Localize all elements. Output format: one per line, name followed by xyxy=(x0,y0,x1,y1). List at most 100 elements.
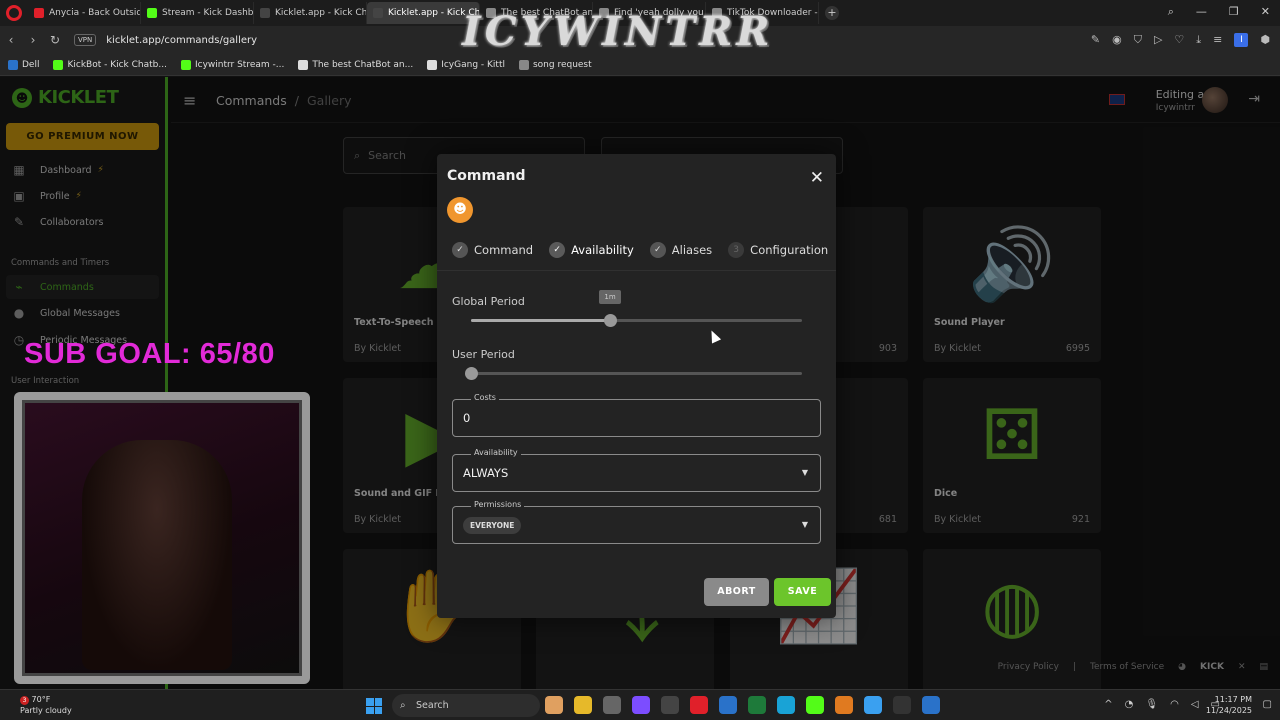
chevron-down-icon[interactable]: ▼ xyxy=(802,468,808,477)
maximize-button[interactable]: ❐ xyxy=(1229,5,1239,19)
close-window-button[interactable]: ✕ xyxy=(1261,5,1270,19)
browser-tab[interactable]: Kicklet.app - Kick Chatbot✕ xyxy=(367,2,480,24)
tab-label: Anycia - Back Outside xyxy=(49,8,141,18)
taskbar-app-icon[interactable] xyxy=(777,696,795,714)
tray-app-icon[interactable]: ◔ xyxy=(1125,699,1134,710)
volume-icon[interactable]: ◁ xyxy=(1191,699,1199,710)
camera-icon[interactable]: ◉ xyxy=(1112,33,1122,47)
step-configuration[interactable]: 3 Configuration xyxy=(728,242,828,258)
bookmark-item[interactable]: KickBot - Kick Chatb... xyxy=(53,59,167,70)
kick-link[interactable]: KICK xyxy=(1200,662,1224,672)
taskbar-app-icon[interactable] xyxy=(922,696,940,714)
slider-thumb[interactable] xyxy=(465,367,478,380)
abort-button[interactable]: ABORT xyxy=(704,578,769,606)
gallery-card[interactable]: ⚄ Dice By Kicklet 921 xyxy=(923,378,1101,533)
reload-icon[interactable]: ↻ xyxy=(44,33,66,47)
sidebar-item-commands[interactable]: ⌁ Commands xyxy=(6,275,159,299)
save-button[interactable]: SAVE xyxy=(774,578,831,606)
step-availability[interactable]: ✓ Availability xyxy=(549,242,634,258)
breadcrumb-commands[interactable]: Commands xyxy=(216,93,287,108)
user-period-slider[interactable] xyxy=(465,367,802,380)
browser-tab[interactable]: The best ChatBot and W xyxy=(480,2,593,24)
url-field[interactable]: kicklet.app/commands/gallery xyxy=(106,35,257,46)
browser-tab[interactable]: Anycia - Back Outside xyxy=(28,2,141,24)
taskbar-app-icon[interactable] xyxy=(690,696,708,714)
step-label: Availability xyxy=(571,243,634,257)
browser-search-icon[interactable]: ⌕ xyxy=(1168,5,1174,19)
docs-icon[interactable]: ▤ xyxy=(1259,662,1268,672)
clock[interactable]: 11:17 PM 11/24/2025 xyxy=(1206,694,1252,716)
hamburger-icon[interactable]: ≡ xyxy=(183,91,196,110)
vpn-badge[interactable]: VPN xyxy=(74,34,97,46)
taskbar-app-icon[interactable] xyxy=(864,696,882,714)
shield-icon[interactable]: ⛉ xyxy=(1134,33,1142,47)
new-tab-button[interactable]: + xyxy=(825,6,839,20)
sidebar-item-collaborators[interactable]: ✎ Collaborators xyxy=(6,210,159,234)
sidebar-item-dashboard[interactable]: ▦ Dashboard ⚡ xyxy=(6,158,159,182)
browser-tab[interactable]: Find 'yeah dolly you lost' xyxy=(593,2,706,24)
taskbar-app-icon[interactable] xyxy=(632,696,650,714)
chevron-down-icon[interactable]: ▼ xyxy=(802,520,808,529)
menu-icon[interactable]: ≡ xyxy=(1213,33,1222,47)
extensions-icon[interactable]: ⬢ xyxy=(1260,33,1270,47)
taskbar-app-icon[interactable] xyxy=(806,696,824,714)
global-period-slider[interactable]: 1m xyxy=(471,290,802,327)
slider-thumb[interactable] xyxy=(604,314,617,327)
sidebar-item-global-messages[interactable]: ● Global Messages xyxy=(6,301,159,325)
browser-tab[interactable]: Stream - Kick Dashboard xyxy=(141,2,254,24)
bookmark-item[interactable]: Icywintrr Stream -... xyxy=(180,59,284,70)
permissions-select[interactable]: Permissions EVERYONE ▼ xyxy=(452,500,821,544)
back-icon[interactable]: ‹ xyxy=(0,33,22,47)
start-icon[interactable] xyxy=(366,698,382,714)
weather-widget[interactable]: 3 70°F Partly cloudy xyxy=(20,694,72,716)
go-premium-button[interactable]: GO PREMIUM NOW xyxy=(6,123,159,150)
uk-flag-icon[interactable] xyxy=(1109,94,1125,105)
notification-icon[interactable]: ▢ xyxy=(1263,699,1272,710)
opera-logo-icon[interactable] xyxy=(6,5,22,21)
taskbar-app-icon[interactable] xyxy=(893,696,911,714)
heart-icon[interactable]: ♡ xyxy=(1174,33,1184,47)
bookmark-item[interactable]: The best ChatBot an... xyxy=(298,59,413,70)
terms-link[interactable]: Terms of Service xyxy=(1090,662,1164,672)
bookmark-item[interactable]: IcyGang - Kittl xyxy=(427,59,505,70)
costs-value[interactable]: 0 xyxy=(463,411,470,425)
bookmark-item[interactable]: song request xyxy=(518,59,592,70)
step-command[interactable]: ✓ Command xyxy=(452,242,533,258)
permission-chip[interactable]: EVERYONE xyxy=(463,517,522,534)
wifi-icon[interactable]: ◠ xyxy=(1170,699,1179,710)
gallery-card[interactable]: 🔊 Sound Player By Kicklet 6995 xyxy=(923,207,1101,362)
x-icon[interactable]: ✕ xyxy=(1238,662,1246,672)
taskbar-app-icon[interactable] xyxy=(603,696,621,714)
taskbar-app-icon[interactable] xyxy=(719,696,737,714)
mic-icon[interactable]: 🎙 xyxy=(1145,699,1158,710)
profile-icon[interactable]: I xyxy=(1234,33,1249,47)
download-icon[interactable]: ⤓ xyxy=(1196,33,1201,47)
taskbar-app-icon[interactable] xyxy=(661,696,679,714)
taskbar-app-icon[interactable] xyxy=(748,696,766,714)
bookmark-item[interactable]: Dell xyxy=(8,59,39,70)
sidebar-item-label: Collaborators xyxy=(40,216,104,228)
brand[interactable]: ☻ KICKLET xyxy=(12,87,119,108)
gallery-card-row3-4[interactable]: ◍ xyxy=(923,549,1101,704)
privacy-link[interactable]: Privacy Policy xyxy=(998,662,1059,672)
taskbar-app-icon[interactable] xyxy=(835,696,853,714)
step-aliases[interactable]: ✓ Aliases xyxy=(649,242,712,258)
logout-icon[interactable]: ⇥ xyxy=(1248,91,1260,107)
taskbar-app-icon[interactable] xyxy=(545,696,563,714)
avatar[interactable] xyxy=(1202,87,1228,113)
play-icon[interactable]: ▷ xyxy=(1154,33,1162,47)
close-icon[interactable]: ✕ xyxy=(810,170,824,187)
costs-field[interactable]: Costs 0 xyxy=(452,393,821,437)
command-emoji-icon[interactable]: ☻ xyxy=(447,197,473,223)
sidebar-item-profile[interactable]: ▣ Profile ⚡ xyxy=(6,184,159,208)
taskbar-app-icon[interactable] xyxy=(574,696,592,714)
availability-select[interactable]: Availability ALWAYS ▼ xyxy=(452,448,821,492)
minimize-button[interactable]: — xyxy=(1196,5,1207,19)
browser-tab[interactable]: Kicklet.app - Kick Chatbot xyxy=(254,2,367,24)
edit-icon[interactable]: ✎ xyxy=(1091,33,1100,47)
browser-tab[interactable]: TikTok Downloader - Down xyxy=(706,2,819,24)
taskbar-search[interactable]: ⌕ Search xyxy=(392,694,540,717)
discord-icon[interactable]: ◕ xyxy=(1178,662,1186,672)
chevron-up-icon[interactable]: ^ xyxy=(1104,699,1112,710)
forward-icon[interactable]: › xyxy=(22,33,44,47)
